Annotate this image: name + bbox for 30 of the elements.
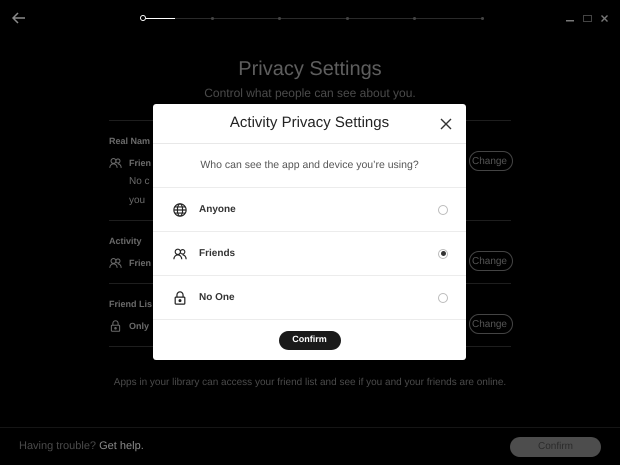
dialog-confirm-button[interactable]: Confirm [278, 330, 340, 350]
section-value: Only [129, 320, 150, 333]
help-text: Having trouble? Get help. [19, 439, 144, 454]
globe-icon [173, 202, 187, 216]
people-icon [109, 257, 122, 270]
page-title: Privacy Settings [238, 57, 382, 82]
section-description: No c [129, 175, 151, 189]
back-arrow-icon[interactable] [12, 12, 26, 24]
radio-button[interactable] [438, 204, 448, 214]
dialog-question: Who can see the app and device you’re using? [200, 158, 419, 173]
people-icon [173, 246, 187, 260]
option-row[interactable]: Friends [153, 232, 466, 276]
section-label: Friend Lis [109, 298, 152, 311]
section-value: Frien [129, 156, 152, 170]
page-subtitle: Control what people can see about you. [204, 85, 416, 102]
option-row[interactable]: Anyone [153, 188, 466, 232]
section-value: Frien [129, 256, 152, 270]
section-label: Activity [109, 235, 143, 248]
section-description: you [129, 194, 146, 208]
get-help-link[interactable]: Get help. [99, 440, 144, 452]
people-icon [109, 157, 122, 170]
section-label: Real Nam [109, 135, 152, 148]
dialog-title: Activity Privacy Settings [230, 113, 390, 134]
library-note: Apps in your library can access your friend list and see if you and your friends are online. [112, 376, 508, 390]
lock-icon [109, 320, 122, 332]
option-row[interactable]: No One [153, 276, 466, 320]
radio-button[interactable] [438, 248, 448, 258]
lock-icon [173, 290, 187, 304]
radio-button[interactable] [438, 292, 448, 302]
close-icon[interactable] [440, 118, 452, 130]
